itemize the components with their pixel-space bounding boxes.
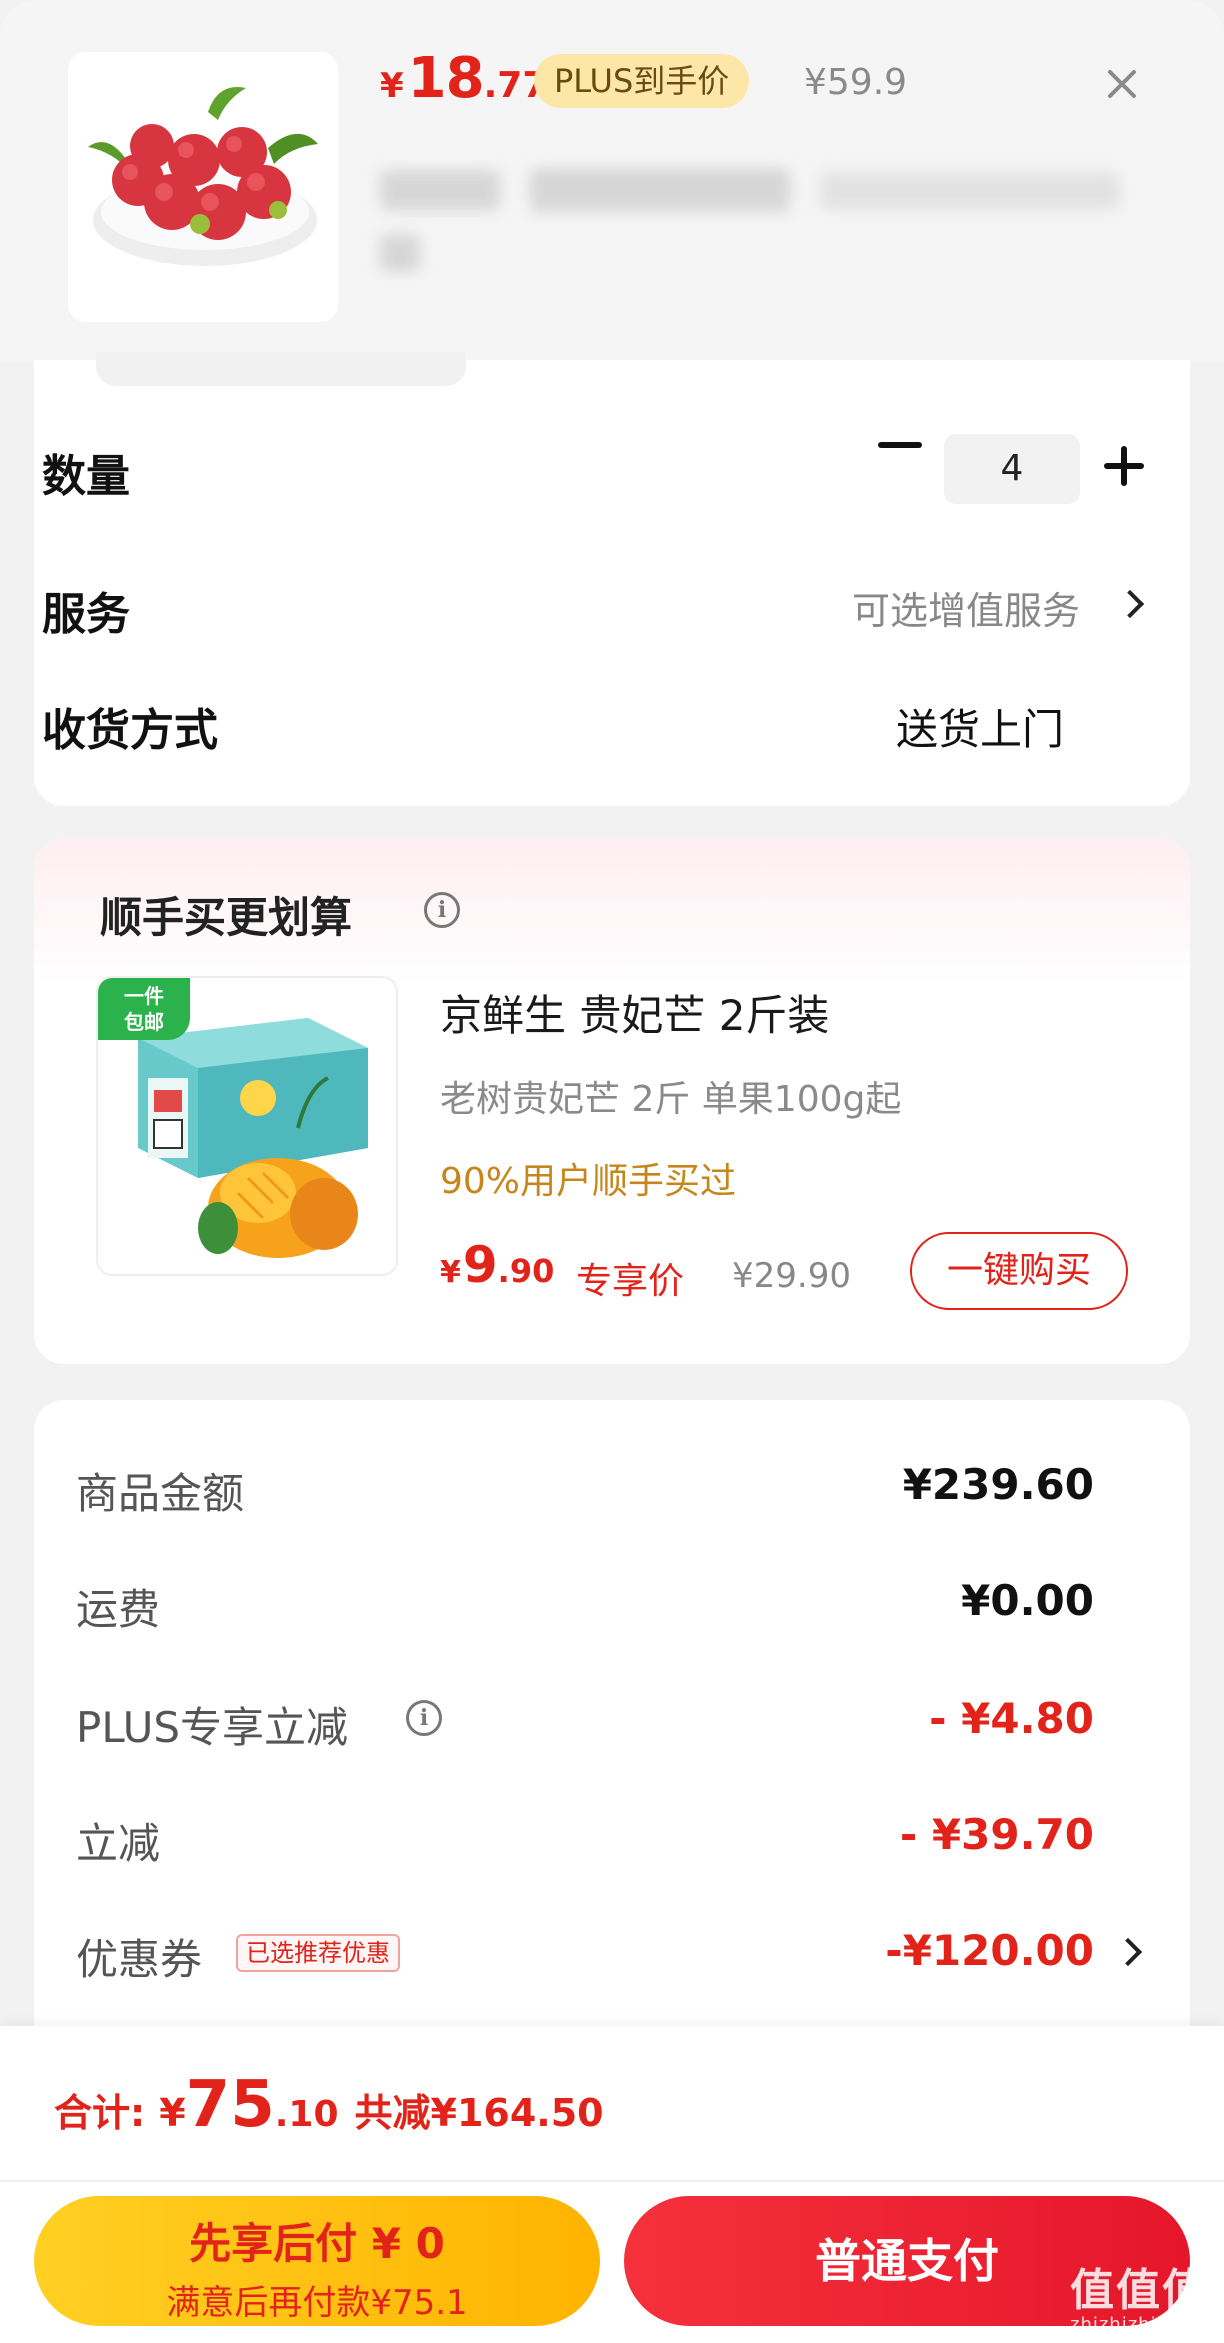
service-label: 服务	[42, 589, 130, 640]
watermark-site: zhizhizhi.com	[1070, 2314, 1205, 2335]
recommended-product-image[interactable]: 一件 包邮	[96, 976, 398, 1276]
plus-discount-value: - ¥4.80	[929, 1694, 1094, 1743]
recommendation-title: 顺手买更划算	[100, 893, 353, 942]
recommended-product-desc: 老树贵妃芒 2斤 单果100g起	[440, 1079, 902, 1120]
free-shipping-badge: 一件 包邮	[98, 978, 190, 1040]
watermark-logo: 值值值	[1070, 2265, 1208, 2316]
coupon-label: 优惠券	[76, 1935, 203, 1984]
shipping-value: ¥0.00	[961, 1576, 1094, 1625]
price-currency: ¥	[380, 66, 404, 106]
instant-discount-value: - ¥39.70	[899, 1810, 1094, 1859]
close-button[interactable]	[1094, 56, 1150, 112]
plus-price-badge: PLUS到手价	[534, 54, 750, 108]
pay-later-subtitle: 满意后再付款¥75.1	[166, 2283, 468, 2323]
total-saved: 共减¥164.50	[354, 2091, 604, 2135]
divider	[0, 2180, 1224, 2182]
quantity-input[interactable]: 4	[944, 434, 1080, 504]
collapsed-spec-tab	[96, 352, 466, 386]
delivery-method[interactable]: 送货上门	[896, 696, 1064, 757]
service-selector[interactable]: 可选增值服务	[852, 580, 1080, 635]
watermark: 值值值 zhizhizhi.com	[1070, 2254, 1208, 2335]
subtotal-value: ¥239.60	[902, 1460, 1094, 1509]
total-decimal: .10	[274, 2094, 339, 2135]
product-title-blurred	[380, 160, 1160, 280]
close-icon	[1108, 70, 1136, 98]
recommended-original-price: ¥29.90	[732, 1256, 851, 1296]
quantity-label: 数量	[42, 451, 130, 502]
social-proof-text: 90%用户顺手买过	[440, 1161, 737, 1202]
product-price: ¥ 18 .77	[380, 46, 547, 111]
recommended-price: ¥ 9 .90	[440, 1236, 555, 1294]
coupon-selected-tag: 已选推荐优惠	[236, 1934, 400, 1972]
subtotal-label: 商品金额	[76, 1469, 245, 1518]
info-icon[interactable]: i	[424, 892, 460, 928]
recommended-product-name[interactable]: 京鲜生 贵妃芒 2斤装	[440, 982, 829, 1043]
quantity-decrease-button[interactable]	[878, 442, 922, 448]
pay-later-title: 先享后付 ¥ 0	[189, 2219, 445, 2268]
total-label: 合计:	[54, 2091, 146, 2135]
price-integer: 18	[407, 46, 485, 111]
exclusive-price-tag: 专享价	[576, 1261, 685, 1302]
pay-later-button[interactable]: 先享后付 ¥ 0 满意后再付款¥75.1	[34, 2196, 600, 2326]
shipping-label: 运费	[76, 1585, 161, 1634]
instant-discount-label: 立减	[76, 1819, 161, 1868]
info-icon[interactable]: i	[406, 1700, 442, 1736]
one-click-buy-button[interactable]: 一键购买	[910, 1232, 1128, 1310]
order-total: 合计: ¥ 75 .10 共减¥164.50	[54, 2068, 604, 2142]
total-integer: 75	[185, 2068, 275, 2142]
product-thumbnail	[68, 52, 338, 322]
plus-discount-label: PLUS专享立减	[76, 1703, 349, 1752]
delivery-label: 收货方式	[42, 705, 218, 756]
coupon-value[interactable]: -¥120.00	[885, 1926, 1094, 1975]
lychee-image	[68, 52, 338, 322]
original-price: ¥59.9	[804, 62, 908, 103]
quantity-increase-button[interactable]	[1104, 446, 1144, 486]
